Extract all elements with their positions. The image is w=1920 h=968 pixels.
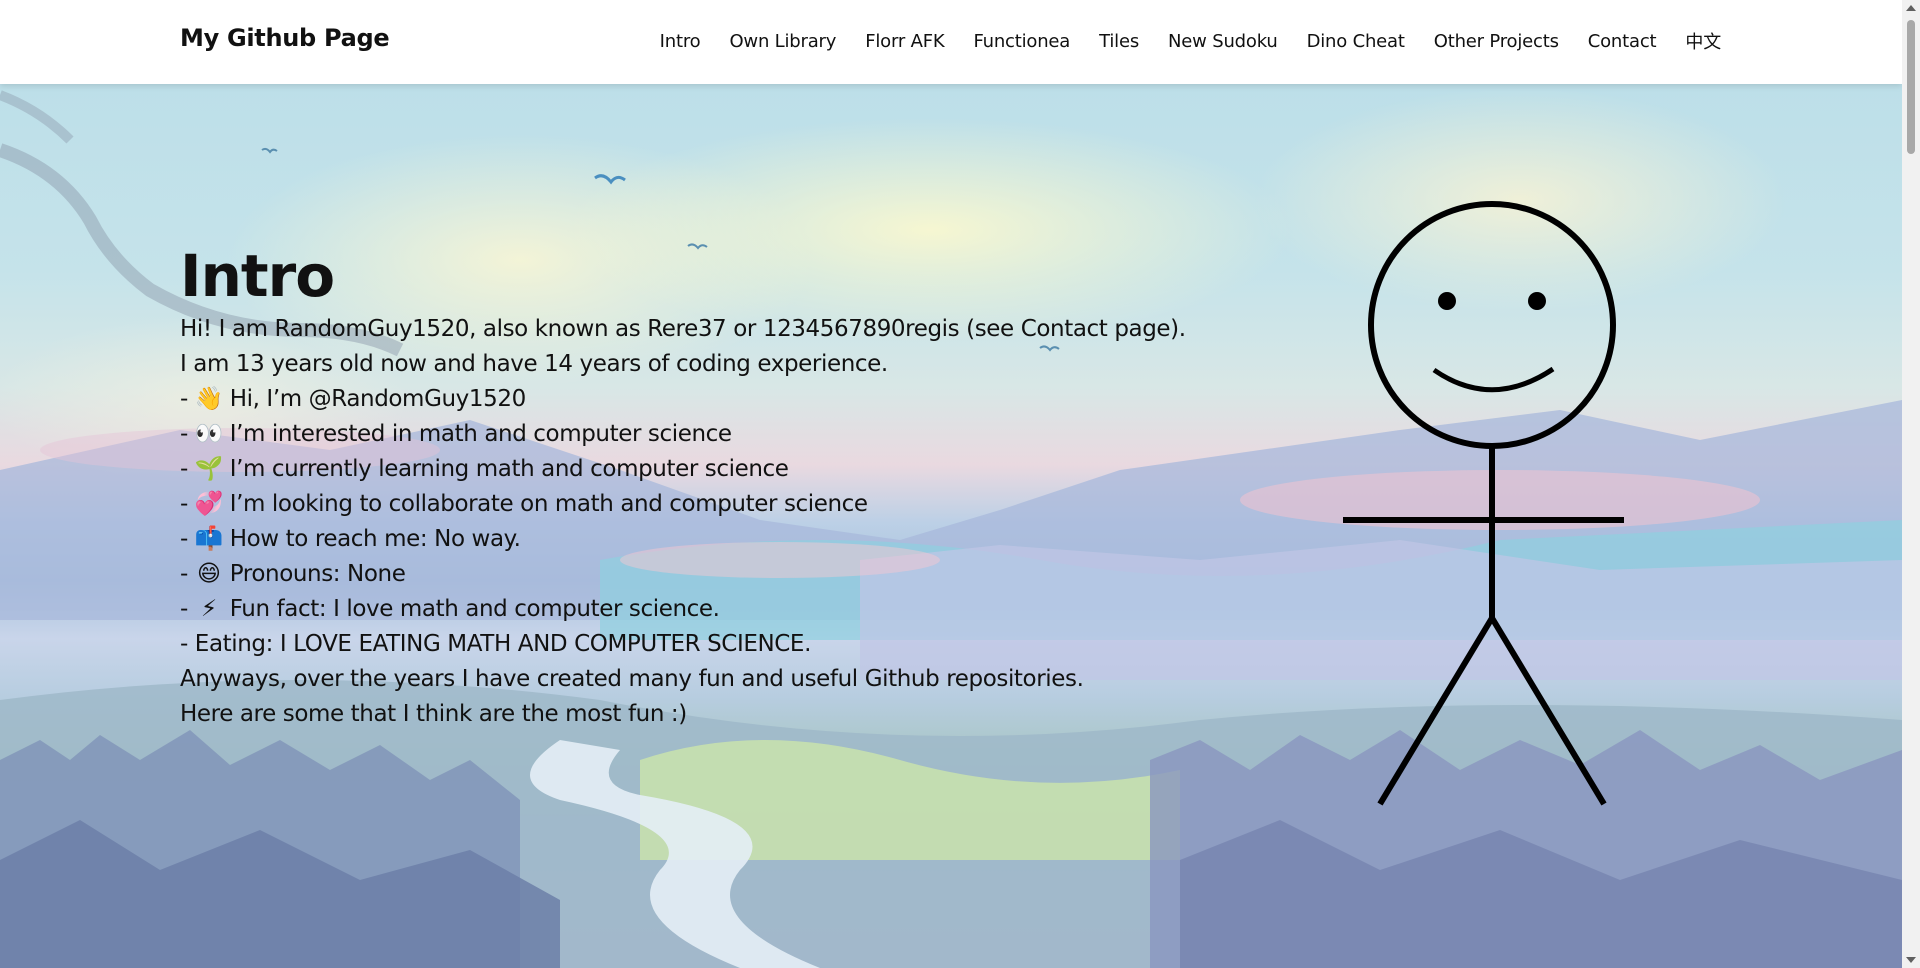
scroll-up-arrow-icon[interactable] [1906, 5, 1916, 11]
stick-figure-head [1368, 201, 1616, 449]
intro-line-text: How to reach me: No way. [222, 526, 521, 552]
stick-figure-smile [1432, 366, 1555, 393]
nav-link-dino-cheat[interactable]: Dino Cheat [1307, 31, 1405, 52]
top-navbar: My Github Page Intro Own Library Florr A… [0, 0, 1902, 84]
nav-link-chinese-language[interactable]: 中文 [1685, 28, 1721, 54]
scroll-down-arrow-icon[interactable] [1906, 957, 1916, 963]
list-dash: - [180, 456, 195, 482]
stick-figure-left-leg [1377, 616, 1495, 806]
nav-links: Intro Own Library Florr AFK Functionea T… [660, 28, 1722, 54]
waving-hand-icon: 👋 [194, 386, 224, 412]
intro-list-item: - ⚡ Fun fact: I love math and computer s… [180, 592, 1186, 627]
intro-line-text: Anyways, over the years I have created m… [180, 666, 1084, 692]
nav-link-florr-afk[interactable]: Florr AFK [865, 31, 944, 52]
nav-link-new-sudoku[interactable]: New Sudoku [1168, 31, 1278, 52]
intro-list-item: - 👀 I’m interested in math and computer … [180, 417, 1186, 452]
intro-line-text: Fun fact: I love math and computer scien… [222, 596, 720, 622]
seedling-icon: 🌱 [194, 456, 224, 482]
list-dash: - [180, 491, 195, 517]
page-scrollbar[interactable] [1902, 0, 1920, 968]
intro-line: Hi! I am RandomGuy1520, also known as Re… [180, 312, 1186, 347]
intro-line: Anyways, over the years I have created m… [180, 662, 1186, 697]
intro-list-item: - 👋 Hi, I’m @RandomGuy1520 [180, 382, 1186, 417]
intro-line: Here are some that I think are the most … [180, 697, 1186, 732]
intro-line-text: I’m interested in math and computer scie… [222, 421, 732, 447]
nav-link-own-library[interactable]: Own Library [729, 31, 836, 52]
nav-link-contact[interactable]: Contact [1588, 31, 1657, 52]
intro-line-text: Hi, I’m @RandomGuy1520 [222, 386, 526, 412]
stick-figure-icon [1343, 201, 1624, 806]
stick-figure-right-eye [1528, 292, 1546, 310]
page-viewport: My Github Page Intro Own Library Florr A… [0, 0, 1902, 968]
intro-list-item: - 😄 Pronouns: None [180, 557, 1186, 592]
intro-line-text: Hi! I am RandomGuy1520, also known as Re… [180, 316, 1186, 342]
intro-line-text: Here are some that I think are the most … [180, 701, 687, 727]
intro-line-text: Pronouns: None [222, 561, 406, 587]
intro-section: Intro Hi! I am RandomGuy1520, also known… [180, 240, 1186, 732]
intro-line-text: - Eating: I LOVE EATING MATH AND COMPUTE… [180, 631, 811, 657]
intro-line: - Eating: I LOVE EATING MATH AND COMPUTE… [180, 627, 1186, 662]
nav-link-functionea[interactable]: Functionea [973, 31, 1070, 52]
intro-line: I am 13 years old now and have 14 years … [180, 347, 1186, 382]
stick-figure-right-leg [1489, 616, 1607, 806]
list-dash: - [180, 421, 195, 447]
intro-list-item: - 🌱 I’m currently learning math and comp… [180, 452, 1186, 487]
intro-list-item: - 💞️ I’m looking to collaborate on math … [180, 487, 1186, 522]
intro-line-text: I’m currently learning math and computer… [222, 456, 789, 482]
nav-link-intro[interactable]: Intro [660, 31, 701, 52]
scrollbar-thumb[interactable] [1907, 20, 1915, 154]
intro-heading: Intro [180, 242, 335, 310]
list-dash: - [180, 526, 195, 552]
mailbox-icon: 📫 [194, 526, 224, 552]
lightning-icon: ⚡ [200, 596, 217, 622]
intro-line-text: I am 13 years old now and have 14 years … [180, 351, 888, 377]
grinning-face-icon: 😄 [197, 561, 221, 587]
nav-link-other-projects[interactable]: Other Projects [1434, 31, 1559, 52]
site-brand-link[interactable]: My Github Page [180, 24, 390, 52]
list-dash: - [180, 561, 195, 587]
stick-figure-left-eye [1438, 292, 1456, 310]
list-dash: - [180, 596, 195, 622]
intro-line-text: I’m looking to collaborate on math and c… [222, 491, 868, 517]
intro-list-item: - 📫 How to reach me: No way. [180, 522, 1186, 557]
list-dash: - [180, 386, 195, 412]
nav-link-tiles[interactable]: Tiles [1099, 31, 1139, 52]
eyes-icon: 👀 [194, 421, 224, 447]
revolving-hearts-icon: 💞️ [194, 491, 224, 517]
